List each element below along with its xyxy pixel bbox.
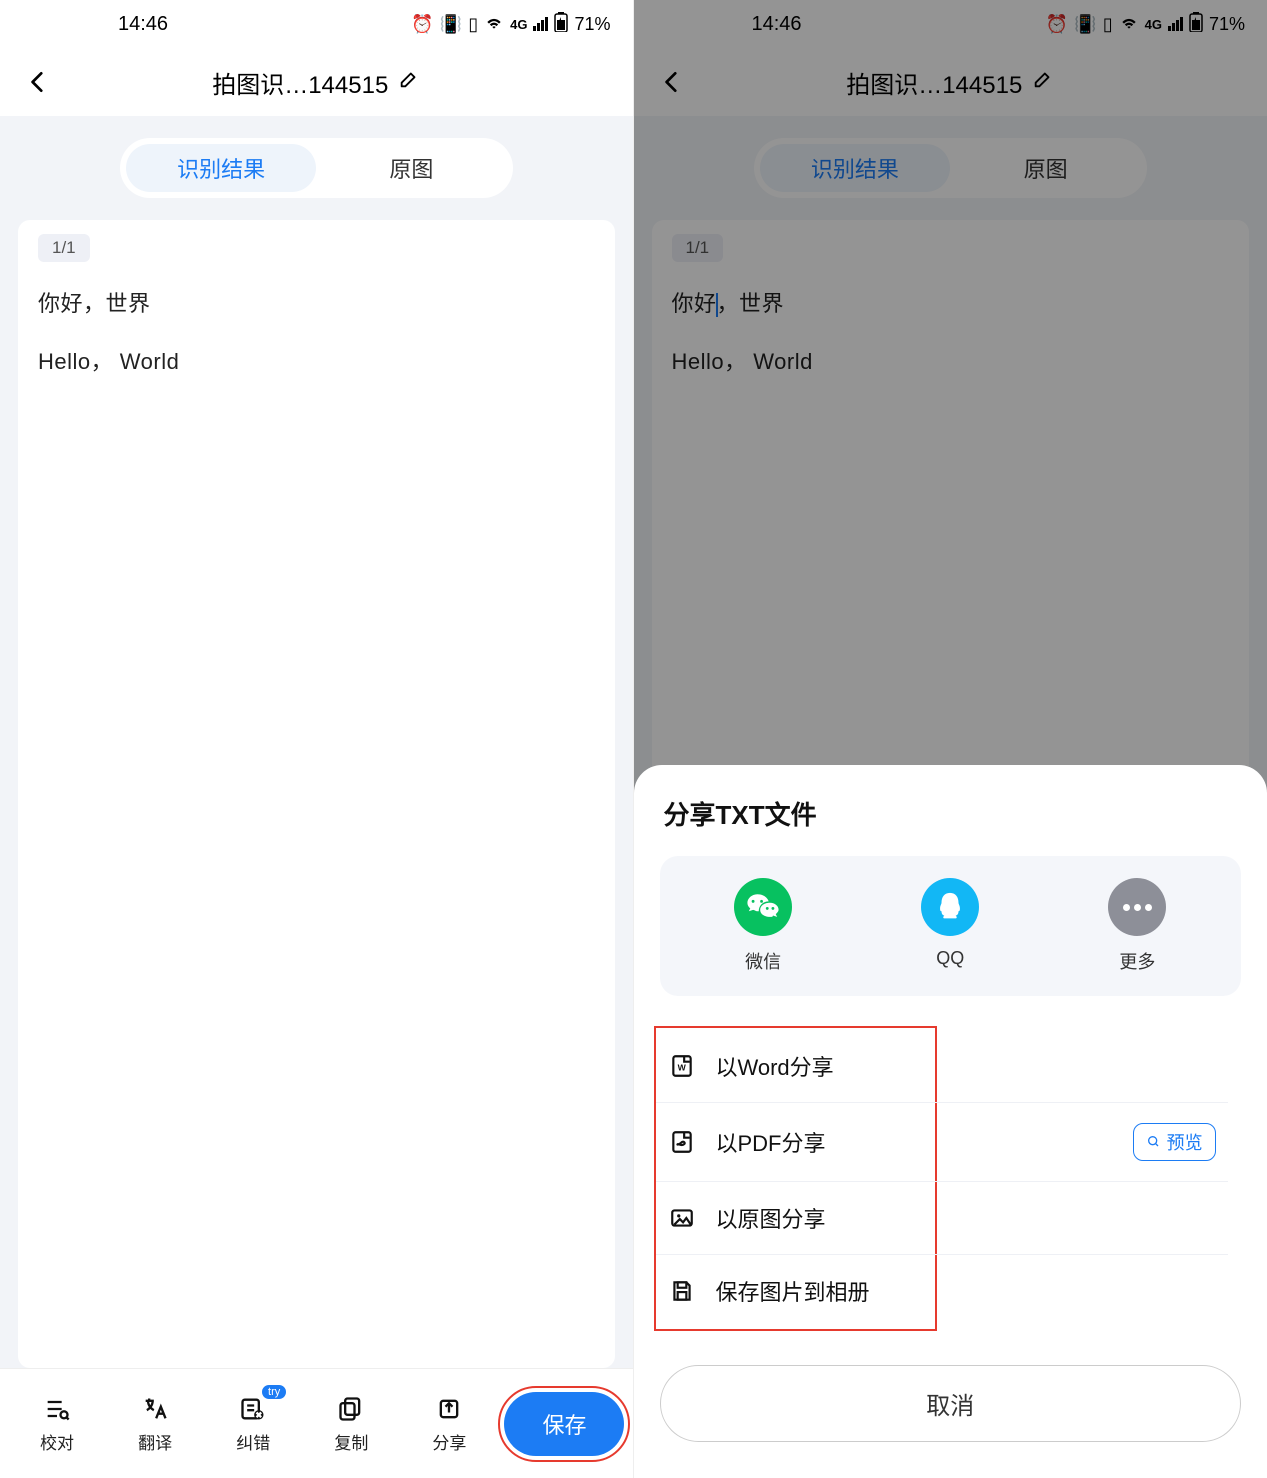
text-line-2: Hello， World xyxy=(38,344,595,376)
share-button[interactable]: 分享 xyxy=(400,1393,498,1454)
more-icon xyxy=(1108,878,1166,936)
title-text: 拍图识…144515 xyxy=(212,65,388,100)
label: 以原图分享 xyxy=(716,1202,1216,1234)
label: 更多 xyxy=(1119,948,1155,974)
back-button[interactable] xyxy=(18,62,58,102)
alarm-icon: ⏰ xyxy=(411,14,433,35)
try-badge: try xyxy=(260,1383,288,1401)
status-icons: ⏰ 📳 ▯ 4G 71% xyxy=(411,12,610,37)
share-qq[interactable]: QQ xyxy=(890,878,1010,974)
right-screen: 14:46 ⏰ 📳 ▯ 4G 71% 拍图识…144515 xyxy=(634,0,1267,1478)
proofread-button[interactable]: 校对 xyxy=(8,1393,106,1454)
label: 微信 xyxy=(745,948,781,974)
share-as-word[interactable]: W 以Word分享 xyxy=(656,1030,1228,1103)
tab-result[interactable]: 识别结果 xyxy=(126,144,316,192)
share-wechat[interactable]: 微信 xyxy=(703,878,823,974)
net-label: 4G xyxy=(510,17,527,32)
label: 预览 xyxy=(1167,1129,1203,1155)
save-button[interactable]: 保存 xyxy=(504,1392,624,1456)
text-token: World xyxy=(120,349,180,374)
wechat-icon xyxy=(734,878,792,936)
translate-button[interactable]: 翻译 xyxy=(106,1393,204,1454)
label: 翻译 xyxy=(138,1429,172,1454)
cancel-button[interactable]: 取消 xyxy=(660,1365,1242,1442)
wifi-icon xyxy=(484,12,504,37)
svg-text:W: W xyxy=(677,1062,686,1072)
share-sheet: 分享TXT文件 微信 QQ 更多 xyxy=(634,765,1267,1478)
label: 以Word分享 xyxy=(716,1050,1216,1082)
sim-icon: ▯ xyxy=(468,14,478,35)
signal-icon xyxy=(533,17,548,31)
preview-button[interactable]: 预览 xyxy=(1133,1123,1216,1161)
copy-button[interactable]: 复制 xyxy=(302,1393,400,1454)
save-icon xyxy=(668,1277,696,1305)
share-more[interactable]: 更多 xyxy=(1077,878,1197,974)
page-indicator: 1/1 xyxy=(38,234,90,262)
label: 校对 xyxy=(40,1429,74,1454)
share-options-highlight: W 以Word分享 以PDF分享 预览 以原图分享 xyxy=(654,1026,937,1331)
share-as-image[interactable]: 以原图分享 xyxy=(656,1182,1228,1255)
image-icon xyxy=(668,1204,696,1232)
page-title: 拍图识…144515 xyxy=(68,65,565,100)
translate-icon xyxy=(139,1393,171,1425)
copy-icon xyxy=(335,1393,367,1425)
vibrate-icon: 📳 xyxy=(440,14,462,35)
bottom-bar: 校对 翻译 try 纠错 复制 分享 保存 xyxy=(0,1368,633,1478)
label: 分享 xyxy=(432,1429,466,1454)
tab-original[interactable]: 原图 xyxy=(316,144,506,192)
label: 纠错 xyxy=(236,1429,270,1454)
battery-icon xyxy=(554,12,568,37)
status-time: 14:46 xyxy=(118,13,168,36)
text-line-1: 你好，世界 xyxy=(38,286,595,318)
share-icon xyxy=(433,1393,465,1425)
save-to-album[interactable]: 保存图片到相册 xyxy=(656,1255,1228,1327)
proofread-icon xyxy=(41,1393,73,1425)
word-icon: W xyxy=(668,1052,696,1080)
edit-icon[interactable] xyxy=(398,68,420,97)
correct-button[interactable]: try 纠错 xyxy=(204,1393,302,1454)
text-token: Hello， xyxy=(38,349,113,374)
label: 复制 xyxy=(334,1429,368,1454)
left-screen: 14:46 ⏰ 📳 ▯ 4G 71% 拍图识…144515 xyxy=(0,0,634,1478)
content-card: 1/1 你好，世界 Hello， World xyxy=(18,220,615,1368)
label: QQ xyxy=(936,948,964,969)
label: 保存图片到相册 xyxy=(716,1275,1216,1307)
share-apps: 微信 QQ 更多 xyxy=(660,856,1242,996)
status-bar: 14:46 ⏰ 📳 ▯ 4G 71% xyxy=(0,0,633,48)
recognized-text[interactable]: 你好，世界 Hello， World xyxy=(38,286,595,376)
topbar: 拍图识…144515 xyxy=(0,48,633,116)
pdf-icon xyxy=(668,1128,696,1156)
qq-icon xyxy=(921,878,979,936)
share-as-pdf[interactable]: 以PDF分享 预览 xyxy=(656,1103,1228,1182)
label: 以PDF分享 xyxy=(716,1126,1113,1158)
sheet-title: 分享TXT文件 xyxy=(660,795,1242,832)
tabs: 识别结果 原图 xyxy=(120,138,513,198)
battery-pct: 71% xyxy=(574,14,610,35)
